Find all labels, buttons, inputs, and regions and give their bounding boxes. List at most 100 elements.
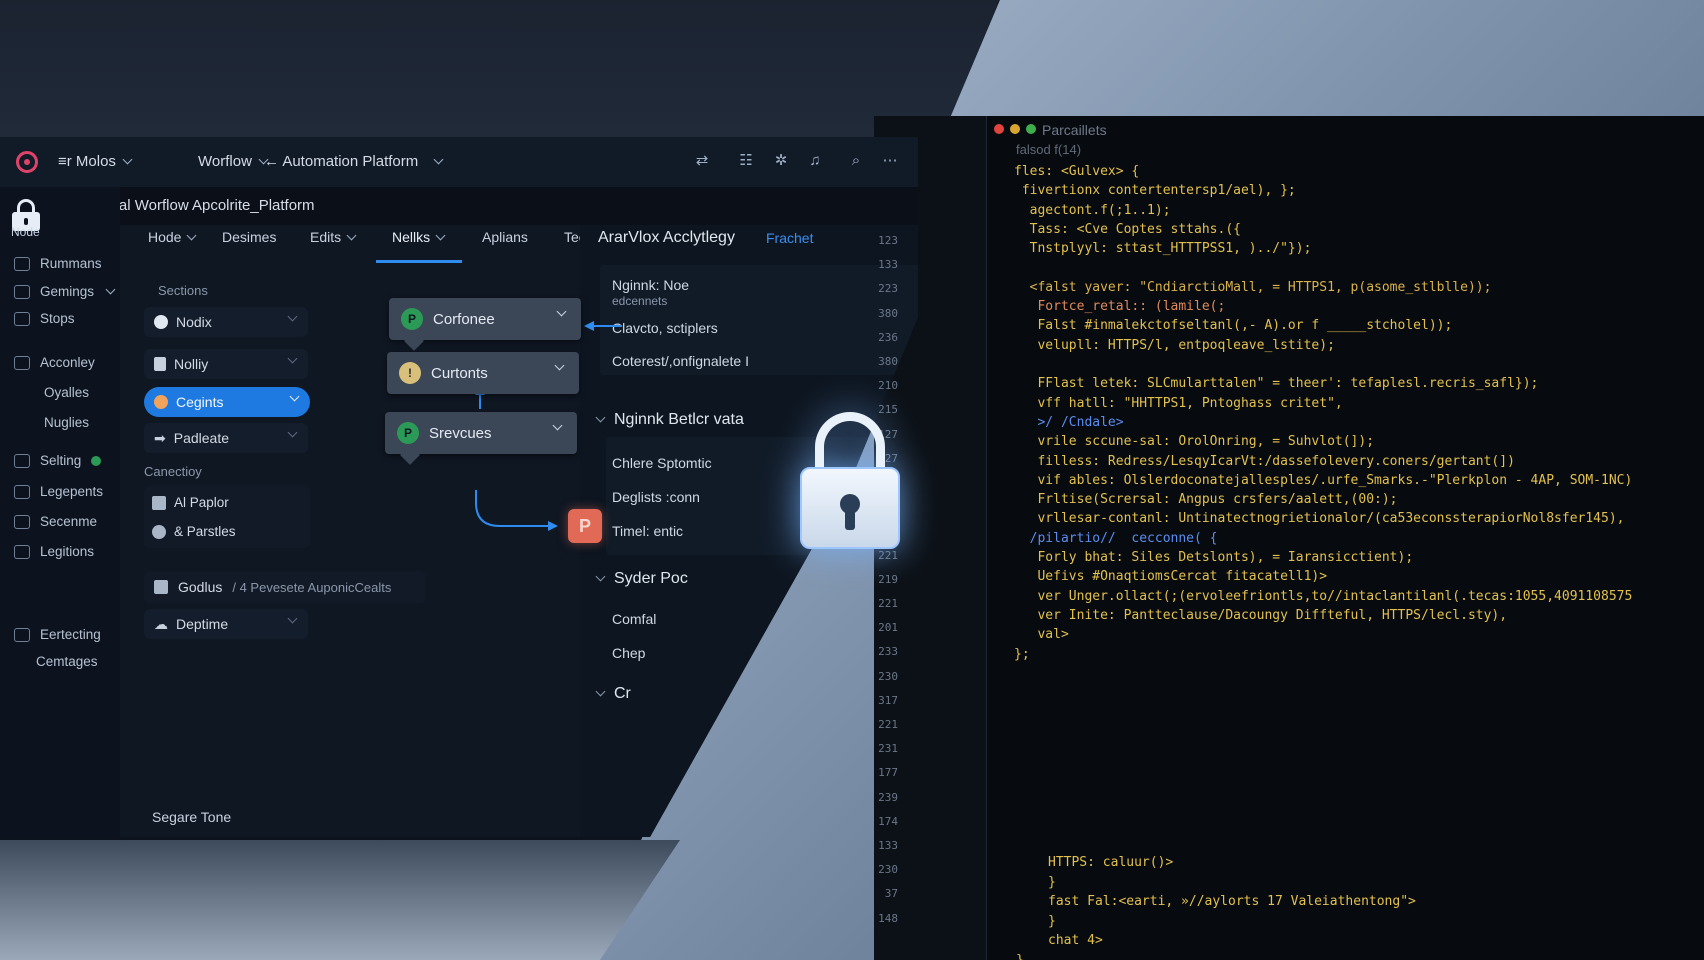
deptime-item[interactable]: ☁ Deptime <box>144 609 308 639</box>
section-item-nodix[interactable]: Nodix <box>144 307 308 337</box>
line-number: 233 <box>878 645 898 659</box>
tab-desimes[interactable]: Desimes <box>222 229 276 245</box>
menu-molos-label: ≡r Molos <box>58 153 116 170</box>
code-line: vif ables: Olslerdoconatejallesples/.urf… <box>1014 472 1633 488</box>
godlus-sub: / 4 Pevesete AuponicCealts <box>232 579 392 595</box>
flow-node-corfonee[interactable]: P Corfonee <box>389 298 581 351</box>
section-item-cegints[interactable]: Cegints <box>144 387 310 417</box>
sidebar-item-label: Acconley <box>40 355 95 370</box>
sidebar-item-rummans[interactable]: Rummans <box>14 256 102 271</box>
bell-icon[interactable]: ♫ <box>806 152 824 170</box>
section-item-label: Nolliy <box>174 356 209 372</box>
minimize-dot[interactable] <box>1010 124 1020 134</box>
search-icon[interactable]: ⌕ <box>847 152 865 170</box>
chevron-down-icon <box>287 613 298 624</box>
section-item-nolliy[interactable]: Nolliy <box>144 349 308 379</box>
flow-end-node[interactable]: P <box>568 509 602 543</box>
code-line: Falst #inmalekctofseltanl(,- A).or f ___… <box>1014 318 1453 334</box>
line-number: 380 <box>878 306 898 320</box>
sidebar-item-gemings[interactable]: Gemings <box>14 284 116 299</box>
line-number: 201 <box>878 621 898 635</box>
code-line: Tnstplyyl: sttast_HTTTPSS1, )../"}); <box>1014 241 1312 257</box>
code-line: vff hatll: "HHTTPS1, Pntoghass critet", <box>1014 395 1343 411</box>
sidebar-item-eertecting[interactable]: Eertecting <box>14 627 101 642</box>
tab-bar: Hode Desimes Edits Nellks Aplians Teespy <box>120 225 608 263</box>
chevron-down-icon <box>289 391 300 402</box>
line-number: 223 <box>878 282 898 296</box>
code-line: Fortce_retal:: (lamile(; <box>1014 299 1226 315</box>
line-number: 177 <box>878 766 898 780</box>
tab-hode[interactable]: Hode <box>148 229 197 245</box>
sidebar-item-stops[interactable]: Stops <box>14 311 75 326</box>
sidebar-item-legepents[interactable]: Legepents <box>14 484 103 499</box>
section-toggle-cr[interactable]: Cr <box>594 685 631 703</box>
chevron-down-icon <box>187 230 197 240</box>
section-row: Chep <box>612 645 646 661</box>
section-row: Deglists :conn <box>612 489 700 505</box>
globe-icon <box>152 524 166 539</box>
godlus-item[interactable]: Godlus / 4 Pevesete AuponicCealts <box>144 571 426 603</box>
details-link[interactable]: Frachet <box>766 230 813 246</box>
editor-tab[interactable]: Parcaillets <box>1042 122 1107 138</box>
sidebar-item-cemtages[interactable]: Cemtages <box>36 654 98 669</box>
sections-heading: Sections <box>158 283 208 298</box>
close-dot[interactable] <box>994 124 1004 134</box>
maximize-dot[interactable] <box>1026 124 1036 134</box>
connection-item-label: & Parstles <box>174 524 236 539</box>
tab-label: Edits <box>310 229 342 245</box>
chevron-down-icon <box>287 427 298 438</box>
sidebar-item-oyalles[interactable]: Oyalles <box>44 385 89 400</box>
flow-node-label: Corfonee <box>433 310 495 328</box>
sidebar-item-nuglies[interactable]: Nuglies <box>44 415 89 430</box>
flow-node-srevcues[interactable]: P Srevcues <box>385 412 577 465</box>
chevron-down-icon <box>346 230 357 240</box>
tab-nellks[interactable]: Nellks <box>392 229 446 245</box>
search-icon <box>14 514 30 529</box>
section-toggle-syder[interactable]: Syder Poc <box>594 570 688 588</box>
flow-node-label: Srevcues <box>429 424 492 442</box>
tab-edits[interactable]: Edits <box>310 229 357 245</box>
section-toggle-label: Nginnk Betlcr vata <box>614 411 744 428</box>
status-bar: Segare Tone <box>152 809 232 825</box>
sidebar-item-secenme[interactable]: Secenme <box>14 514 97 529</box>
connection-item-parstles[interactable]: & Parstles <box>152 524 236 539</box>
line-number: 148 <box>878 911 898 925</box>
section-item-label: Padleate <box>173 430 230 446</box>
line-number: 174 <box>878 814 898 828</box>
line-number: 380 <box>878 355 898 368</box>
active-tab-indicator <box>376 260 462 263</box>
sidebar-item-acconley[interactable]: Acconley <box>14 355 95 370</box>
line-number: 219 <box>878 572 898 586</box>
sidebar-item-label: Eertecting <box>40 627 101 642</box>
layout-icon[interactable]: ☷ <box>737 152 755 170</box>
tab-aplians[interactable]: Aplians <box>482 229 528 245</box>
chevron-down-icon <box>435 230 446 240</box>
section-item-padleate[interactable]: ➡ Padleate <box>144 423 308 453</box>
flow-node-curtonts[interactable]: ! Curtonts <box>387 352 579 394</box>
menu-worflow[interactable]: Worflow <box>198 153 269 170</box>
menu-molos[interactable]: ≡r Molos <box>58 153 133 170</box>
code-line: filless: Redress/LesqyIcarVt:/dassefolev… <box>1014 453 1515 469</box>
section-toggle-nginnk[interactable]: Nginnk Betlcr vata <box>594 411 744 429</box>
canectioy-heading: Canectioy <box>144 464 202 479</box>
details-row: Nginnk: Noe <box>612 277 690 293</box>
menu-automation-platform[interactable]: ← Automation Platform <box>264 153 444 170</box>
sidebar-item-legitions[interactable]: Legitions <box>14 544 94 559</box>
chevron-down-icon <box>122 154 133 165</box>
sidebar-item-selting[interactable]: Selting <box>14 453 102 468</box>
chevron-down-icon <box>556 306 567 317</box>
code-line: } <box>1016 952 1024 960</box>
code-line: FFlast letek: SLCmularttalen" = theer': … <box>1014 376 1539 392</box>
connection-item-ai-paplor[interactable]: Al Paplor <box>152 495 229 510</box>
share-icon[interactable]: ⇄ <box>693 152 711 170</box>
editor-gutter-divider <box>986 116 987 960</box>
app-logo-icon[interactable] <box>16 151 38 173</box>
section-toggle-label: Syder Poc <box>614 570 688 587</box>
code-line: }; <box>1014 646 1030 662</box>
extensions-icon[interactable]: ✲ <box>772 152 790 170</box>
more-icon[interactable]: ⋯ <box>881 152 899 170</box>
node-badge-icon: P <box>397 422 419 444</box>
sidebar-item-label: Rummans <box>40 256 102 271</box>
line-number: 221 <box>878 597 898 610</box>
chevron-down-icon <box>554 360 565 371</box>
